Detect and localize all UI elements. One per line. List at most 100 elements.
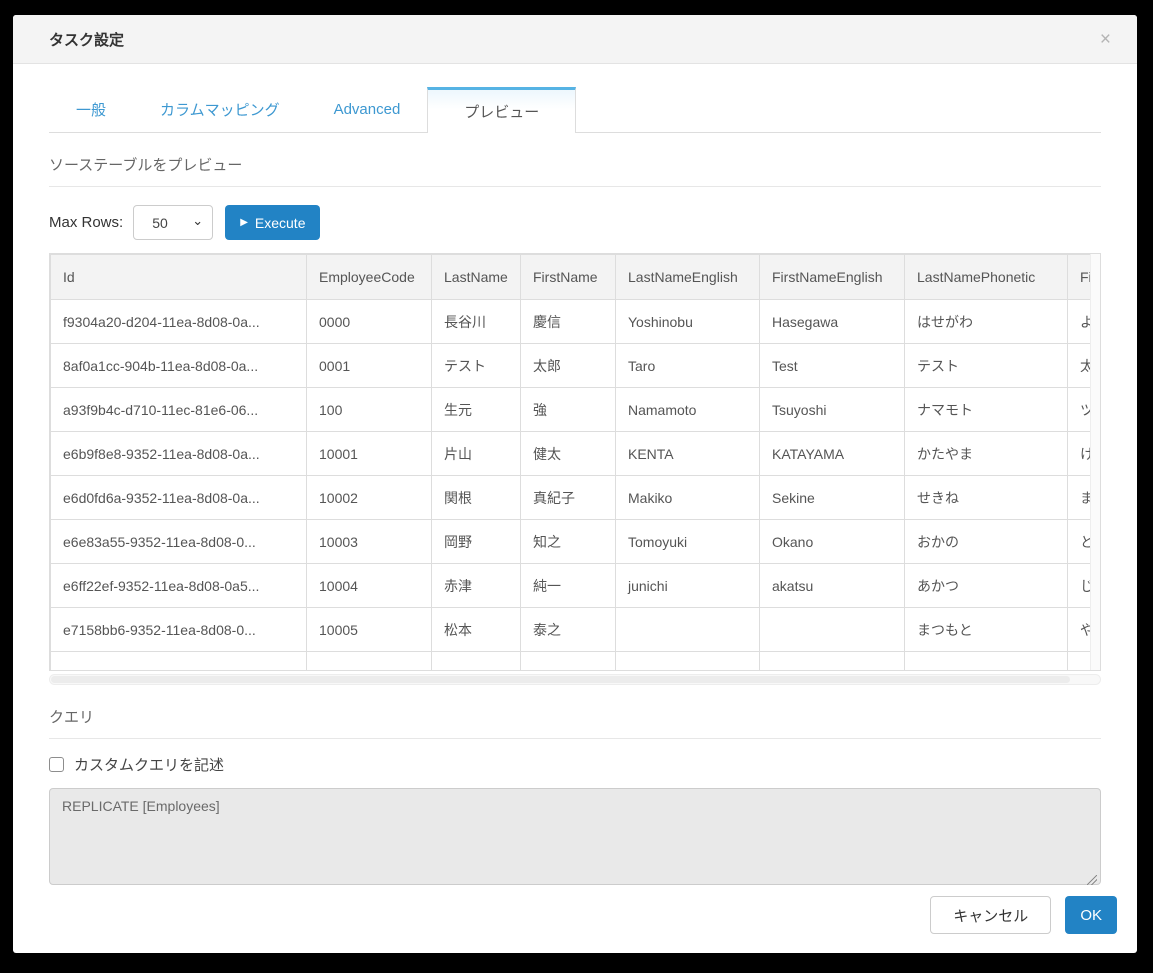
table-cell: 関根: [431, 475, 521, 520]
horizontal-scrollbar-thumb[interactable]: [51, 676, 1070, 683]
table-cell: a93f9b4c-d710-11ec-81e6-06...: [50, 387, 307, 432]
execute-button-label: Execute: [254, 214, 306, 231]
table-cell: 慶信: [520, 299, 616, 344]
table-cell: 太郎: [1067, 343, 1090, 388]
table-cell: 知之: [520, 519, 616, 564]
table-cell: Test: [759, 343, 905, 388]
column-header: FirstNameEnglish: [759, 254, 905, 300]
custom-query-label: カスタムクエリを記述: [74, 757, 225, 774]
table-row: e6d0fd6a-9352-11ea-8d08-0a... 10002 関根 真紀子 M…: [50, 475, 1090, 520]
column-header: FirstName: [520, 254, 616, 300]
preview-table: Id EmployeeCode LastName FirstName LastNameE…: [50, 254, 1090, 670]
table-row: f9304a20-d204-11ea-8d08-0a... 0000 長谷川 慶信 Yo…: [50, 299, 1090, 344]
max-rows-label: Max Rows:: [49, 214, 124, 231]
close-icon[interactable]: ×: [1100, 30, 1111, 49]
table-cell: 10003: [306, 519, 432, 564]
task-settings-dialog: タスク設定 × 一般 カラムマッピング Advanced プレビュー ソーステーブルを…: [13, 15, 1137, 953]
table-row: e6e83a55-9352-11ea-8d08-0... 10003 岡野 知之 Tom…: [50, 519, 1090, 564]
table-cell: f9304a20-d204-11ea-8d08-0a...: [50, 299, 307, 344]
horizontal-scrollbar[interactable]: [49, 674, 1101, 685]
table-cell: [759, 651, 905, 670]
table-cell: よし: [1067, 299, 1090, 344]
preview-table-clip: Id EmployeeCode LastName FirstName LastNameE…: [50, 254, 1090, 670]
table-cell: 泰之: [520, 607, 616, 652]
table-cell: Yoshinobu: [615, 299, 760, 344]
tab-bar: 一般 カラムマッピング Advanced プレビュー: [49, 87, 1101, 133]
table-cell: e7158bb6-9352-11ea-8d08-0...: [50, 607, 307, 652]
table-cell: 0000: [306, 299, 432, 344]
max-rows-value: 50: [152, 214, 168, 231]
table-cell: 生元: [431, 387, 521, 432]
table-cell: テスト: [431, 343, 521, 388]
execute-button[interactable]: ▶ Execute: [225, 205, 321, 240]
column-header: LastNameEnglish: [615, 254, 760, 300]
query-section-title: クエリ: [49, 706, 1101, 739]
table-cell: 赤津: [431, 563, 521, 608]
table-cell: junichi: [615, 563, 760, 608]
table-cell: [50, 651, 307, 670]
table-cell: Okano: [759, 519, 905, 564]
play-icon: ▶: [240, 217, 248, 228]
column-header: Id: [50, 254, 307, 300]
custom-query-checkbox[interactable]: [49, 757, 64, 772]
tab-0[interactable]: 一般: [49, 87, 133, 132]
table-cell: Hasegawa: [759, 299, 905, 344]
resize-handle-icon[interactable]: [1087, 875, 1097, 885]
table-cell: Namamoto: [615, 387, 760, 432]
dialog-footer: キャンセル OK: [13, 896, 1137, 953]
table-cell: おかの: [904, 519, 1068, 564]
table-cell: とも: [1067, 519, 1090, 564]
column-header: FirstNamePhonetic: [1067, 254, 1090, 300]
table-cell: e6ff22ef-9352-11ea-8d08-0a5...: [50, 563, 307, 608]
table-cell: せきね: [904, 475, 1068, 520]
vertical-scrollbar[interactable]: [1090, 254, 1100, 670]
dialog-header: タスク設定 ×: [13, 15, 1137, 64]
table-cell: [759, 607, 905, 652]
table-cell: Makiko: [615, 475, 760, 520]
preview-section-title: ソーステーブルをプレビュー: [49, 154, 1101, 187]
table-cell: KENTA: [615, 431, 760, 476]
table-cell: [306, 651, 432, 670]
table-cell: Tomoyuki: [615, 519, 760, 564]
table-cell: あかつ: [904, 563, 1068, 608]
table-row: e7158bb6-9352-11ea-8d08-0... 10005 松本 泰之 まつも…: [50, 607, 1090, 652]
table-cell: e6d0fd6a-9352-11ea-8d08-0a...: [50, 475, 307, 520]
table-row: 8af0a1cc-904b-11ea-8d08-0a... 0001 テスト 太郎 Ta…: [50, 343, 1090, 388]
column-header: EmployeeCode: [306, 254, 432, 300]
max-rows-select[interactable]: 50 ⌄: [133, 205, 214, 240]
ok-button[interactable]: OK: [1065, 896, 1117, 934]
table-cell: 10001: [306, 431, 432, 476]
table-cell: 強: [520, 387, 616, 432]
table-cell: 10004: [306, 563, 432, 608]
tab-2[interactable]: Advanced: [307, 87, 428, 132]
table-cell: 100: [306, 387, 432, 432]
table-row: a93f9b4c-d710-11ec-81e6-06... 100 生元強 Namam…: [50, 387, 1090, 432]
tab-active-3[interactable]: プレビュー: [427, 87, 577, 133]
table-cell: 太郎: [520, 343, 616, 388]
table-cell: KATAYAMA: [759, 431, 905, 476]
table-cell: はせがわ: [904, 299, 1068, 344]
table-cell: 0001: [306, 343, 432, 388]
table-cell: [520, 651, 616, 670]
table-cell: ナマモト: [904, 387, 1068, 432]
table-cell: まつもと: [904, 607, 1068, 652]
custom-query-row: カスタムクエリを記述: [49, 754, 1101, 775]
cancel-button[interactable]: キャンセル: [930, 896, 1052, 934]
query-textarea[interactable]: REPLICATE [Employees]: [49, 788, 1101, 885]
dialog-body: 一般 カラムマッピング Advanced プレビュー ソーステーブルをプレビュー Ma…: [13, 64, 1137, 896]
table-cell: [904, 651, 1068, 670]
table-cell: じゅ: [1067, 563, 1090, 608]
table-cell: akatsu: [759, 563, 905, 608]
table-cell: [1067, 651, 1090, 670]
table-cell: Taro: [615, 343, 760, 388]
table-cell: 松本: [431, 607, 521, 652]
preview-controls: Max Rows: 50 ⌄ ▶ Execute: [49, 205, 1101, 240]
table-cell: Sekine: [759, 475, 905, 520]
table-cell: テスト: [904, 343, 1068, 388]
table-cell: 健太: [520, 431, 616, 476]
table-cell: 純一: [520, 563, 616, 608]
preview-table-container: Id EmployeeCode LastName FirstName LastNameE…: [49, 253, 1101, 671]
table-cell: やす: [1067, 607, 1090, 652]
tab-1[interactable]: カラムマッピング: [133, 87, 307, 132]
table-cell: [615, 651, 760, 670]
